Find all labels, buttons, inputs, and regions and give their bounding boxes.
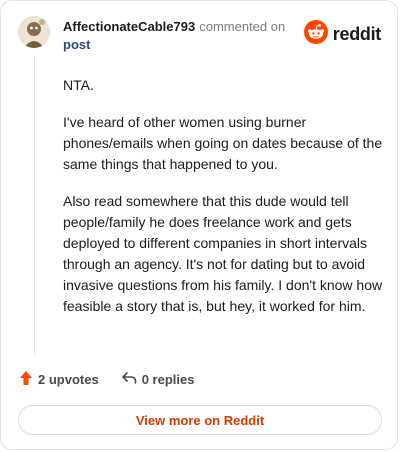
- view-more-button[interactable]: View more on Reddit: [18, 405, 382, 435]
- comment-card: AffectionateCable793 commented on post re…: [0, 0, 398, 450]
- reply-count: 0 replies: [141, 372, 195, 387]
- comment-actions: 2 upvotes 0 replies: [19, 370, 216, 389]
- upvote-count: 2 upvotes: [38, 372, 99, 387]
- comment-paragraph: I've heard of other women using burner p…: [63, 114, 383, 172]
- upvote-button[interactable]: 2 upvotes: [19, 370, 99, 389]
- reddit-wordmark: reddit: [332, 24, 382, 44]
- comment-header: AffectionateCable793 commented on: [63, 18, 285, 35]
- upvote-arrow-icon: [19, 370, 33, 389]
- user-avatar[interactable]: [18, 16, 50, 48]
- reddit-brand[interactable]: reddit: [303, 20, 382, 49]
- comment-paragraph: Also read somewhere that this dude would…: [63, 193, 383, 314]
- thread-line: [34, 55, 35, 355]
- comment-paragraph: NTA.: [63, 77, 94, 93]
- reply-arrow-icon: [121, 371, 137, 388]
- comment-body: NTA. I've heard of other women using bur…: [63, 75, 383, 333]
- commented-on-text: commented on: [199, 19, 286, 34]
- author-username[interactable]: AffectionateCable793: [63, 19, 195, 34]
- reply-button[interactable]: 0 replies: [121, 371, 195, 388]
- post-link[interactable]: post: [63, 36, 90, 53]
- reddit-logo-icon: [303, 20, 328, 49]
